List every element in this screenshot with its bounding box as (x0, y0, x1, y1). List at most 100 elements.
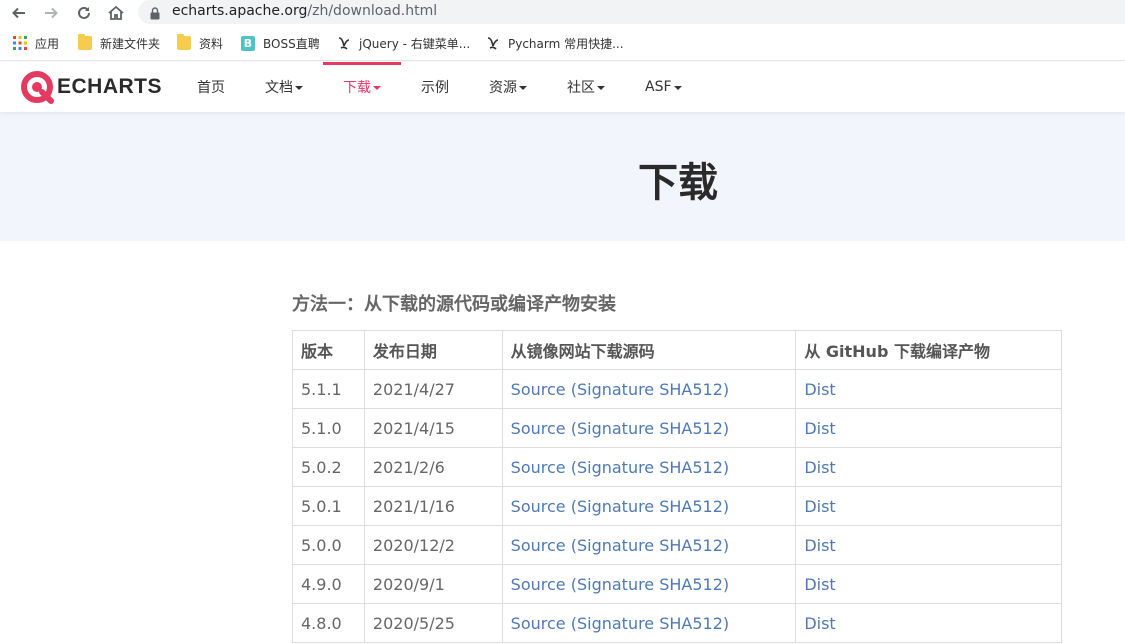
boss-b-icon: B (240, 35, 256, 51)
menu-home[interactable]: 首页 (197, 62, 225, 112)
menu-resources[interactable]: 资源 (489, 62, 527, 112)
table-row: 4.9.0 2020/9/1 Source (Signature SHA512)… (292, 564, 1062, 604)
bookmark-label: 应用 (35, 36, 60, 51)
source-cell: Source (Signature SHA512) (501, 564, 797, 604)
folder-icon (176, 34, 192, 51)
bookmark-label: BOSS直聘 (263, 36, 320, 51)
source-cell: Source (Signature SHA512) (501, 525, 797, 565)
menu-docs[interactable]: 文档 (265, 62, 303, 112)
home-icon[interactable] (105, 2, 127, 24)
date-cell: 2021/2/6 (363, 447, 503, 487)
source-link[interactable]: Source (511, 536, 566, 555)
version-cell: 4.9.0 (292, 564, 365, 604)
source-link[interactable]: Source (511, 575, 566, 594)
version-cell: 5.0.1 (292, 486, 365, 526)
caret-down-icon (519, 86, 527, 90)
version-cell: 5.1.1 (292, 369, 365, 409)
dist-link[interactable]: Dist (804, 458, 835, 477)
bookmark-label: Pycharm 常用快捷... (508, 36, 624, 51)
column-header: 从镜像网站下载源码 (501, 330, 797, 370)
version-cell: 5.0.2 (292, 447, 365, 487)
dist-cell: Dist (795, 564, 1062, 604)
address-bar[interactable]: echarts.apache.org/zh/download.html (138, 0, 1125, 24)
bookmark-materials[interactable]: 资料 (176, 34, 223, 52)
menu-community[interactable]: 社区 (567, 62, 605, 112)
dist-cell: Dist (795, 447, 1062, 487)
table-header-row: 版本 发布日期 从镜像网站下载源码 从 GitHub 下载编译产物 (292, 330, 1062, 370)
back-icon[interactable] (8, 2, 30, 24)
dist-cell: Dist (795, 408, 1062, 448)
bookmark-pycharm[interactable]: Pycharm 常用快捷... (485, 34, 624, 52)
site-header: ECHARTS 首页 文档 下载 示例 资源 社区 ASF (0, 62, 1125, 112)
source-cell: Source (Signature SHA512) (501, 486, 797, 526)
menu-label: 文档 (265, 80, 293, 96)
page-title: 下载 (638, 160, 718, 206)
source-link[interactable]: Source (511, 380, 566, 399)
source-link[interactable]: Source (511, 458, 566, 477)
signature-link[interactable]: (Signature SHA512) (571, 536, 729, 555)
logo-text: ECHARTS (57, 75, 163, 98)
bookmark-label: 新建文件夹 (100, 36, 161, 51)
date-cell: 2021/1/16 (363, 486, 503, 526)
signature-link[interactable]: (Signature SHA512) (571, 419, 729, 438)
source-cell: Source (Signature SHA512) (501, 603, 797, 643)
signature-link[interactable]: (Signature SHA512) (571, 575, 729, 594)
bookmark-jquery[interactable]: jQuery - 右键菜单... (336, 34, 470, 52)
signature-link[interactable]: (Signature SHA512) (571, 614, 729, 633)
date-cell: 2020/5/25 (363, 603, 503, 643)
dist-cell: Dist (795, 525, 1062, 565)
date-cell: 2020/9/1 (363, 564, 503, 604)
menu-examples[interactable]: 示例 (421, 62, 449, 112)
menu-asf[interactable]: ASF (645, 62, 682, 112)
dist-cell: Dist (795, 486, 1062, 526)
date-cell: 2021/4/27 (363, 369, 503, 409)
table-row: 5.0.0 2020/12/2 Source (Signature SHA512… (292, 525, 1062, 565)
version-cell: 4.8.0 (292, 603, 365, 643)
dist-link[interactable]: Dist (804, 536, 835, 555)
forward-icon[interactable] (40, 2, 62, 24)
echarts-logo-icon (21, 71, 54, 104)
echarts-logo[interactable]: ECHARTS (20, 70, 162, 104)
dist-link[interactable]: Dist (804, 497, 835, 516)
date-cell: 2021/4/15 (363, 408, 503, 448)
source-link[interactable]: Source (511, 497, 566, 516)
menu-label: ASF (645, 79, 672, 95)
source-cell: Source (Signature SHA512) (501, 408, 797, 448)
source-cell: Source (Signature SHA512) (501, 369, 797, 409)
menu-label: 首页 (197, 80, 225, 96)
source-link[interactable]: Source (511, 614, 566, 633)
menu-download[interactable]: 下载 (343, 62, 381, 112)
bookmark-apps[interactable]: 应用 (12, 34, 59, 52)
menu-label: 示例 (421, 80, 449, 96)
lock-icon (150, 5, 160, 24)
table-row: 5.1.1 2021/4/27 Source (Signature SHA512… (292, 369, 1062, 409)
dist-link[interactable]: Dist (804, 614, 835, 633)
bookmarks-bar: 应用 新建文件夹 资料 B BOSS直聘 jQuery - 右键菜单... Py… (0, 26, 1125, 61)
signature-link[interactable]: (Signature SHA512) (571, 497, 729, 516)
source-cell: Source (Signature SHA512) (501, 447, 797, 487)
caret-down-icon (597, 86, 605, 90)
url-text: echarts.apache.org/zh/download.html (172, 3, 438, 19)
dist-link[interactable]: Dist (804, 380, 835, 399)
bookmark-site-icon (485, 35, 501, 51)
dist-link[interactable]: Dist (804, 575, 835, 594)
caret-down-icon (295, 86, 303, 90)
browser-toolbar: echarts.apache.org/zh/download.html (0, 0, 1125, 26)
reload-icon[interactable] (73, 2, 95, 24)
version-cell: 5.0.0 (292, 525, 365, 565)
download-table: 版本 发布日期 从镜像网站下载源码 从 GitHub 下载编译产物 5.1.1 … (292, 330, 1062, 643)
menu-label: 资源 (489, 80, 517, 96)
signature-link[interactable]: (Signature SHA512) (571, 380, 729, 399)
table-row: 5.0.2 2021/2/6 Source (Signature SHA512)… (292, 447, 1062, 487)
source-link[interactable]: Source (511, 419, 566, 438)
caret-down-icon (673, 86, 682, 90)
column-header: 从 GitHub 下载编译产物 (795, 330, 1062, 370)
column-header: 发布日期 (363, 330, 503, 370)
bookmark-new-folder[interactable]: 新建文件夹 (77, 34, 160, 52)
page-hero: 下载 (0, 112, 1125, 241)
date-cell: 2020/12/2 (363, 525, 503, 565)
caret-down-icon (373, 86, 381, 90)
signature-link[interactable]: (Signature SHA512) (571, 458, 729, 477)
bookmark-boss[interactable]: B BOSS直聘 (240, 34, 320, 52)
dist-link[interactable]: Dist (804, 419, 835, 438)
